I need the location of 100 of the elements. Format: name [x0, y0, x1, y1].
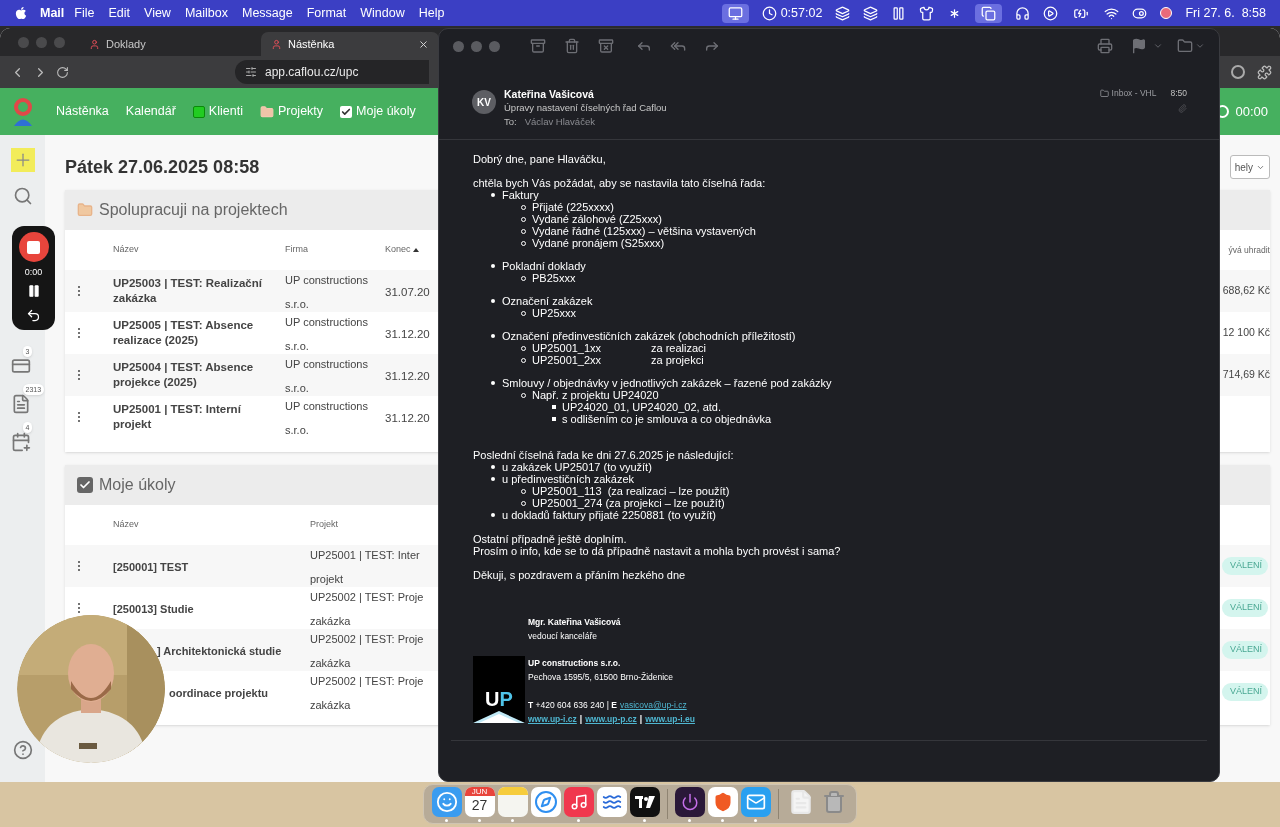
website-link[interactable]: www.up-p.cz	[585, 712, 637, 726]
bullet-icon	[491, 513, 495, 517]
payment-icon[interactable]	[10, 356, 31, 376]
roof-shape-icon	[473, 709, 525, 723]
search-icon[interactable]	[12, 186, 33, 206]
play-icon[interactable]	[1043, 5, 1059, 21]
column-header[interactable]: Název	[113, 519, 139, 530]
app-menu[interactable]: Mail	[40, 3, 65, 23]
recorder-panel[interactable]: 0:00	[12, 226, 55, 330]
menu-item[interactable]: File	[74, 3, 95, 23]
display-icon[interactable]	[721, 3, 749, 23]
move-to-folder-icon[interactable]	[1177, 38, 1205, 54]
junk-icon[interactable]	[598, 38, 614, 54]
menu-item[interactable]: Mailbox	[184, 3, 228, 23]
checkbox-icon	[340, 105, 353, 118]
table-cell: UP constructions s.r.o.	[285, 400, 368, 436]
column-header[interactable]: Název	[113, 243, 139, 257]
layers-icon[interactable]	[835, 5, 851, 21]
list-item: PB25xxx	[532, 272, 576, 284]
status-badge: VÁLENÍ	[1222, 641, 1268, 659]
list-item: Faktury	[502, 189, 539, 201]
bullet-icon	[491, 299, 495, 303]
email-link[interactable]: vasicova@up-i.cz	[619, 698, 687, 712]
menu-item[interactable]: Help	[418, 3, 445, 23]
list-item: s odlišením co je smlouva a co objednávka	[562, 413, 772, 425]
project-name[interactable]: UP25004 | TEST: Absence projekce (2025)	[113, 360, 281, 390]
project-name[interactable]: UP25001 | TEST: Interní projekt	[113, 402, 281, 432]
project-name[interactable]: UP25005 | TEST: Absence realizace (2025)	[113, 318, 281, 348]
menu-item[interactable]: Edit	[108, 3, 130, 23]
mail-time: 8:50	[1170, 87, 1187, 100]
website-link[interactable]: www.up-i.eu	[645, 712, 695, 726]
calendar-add-icon[interactable]	[10, 432, 31, 452]
tab-favicon-icon	[89, 38, 100, 50]
close-icon[interactable]	[418, 38, 429, 50]
list-item: u zakázek UP25017 (to využít)	[502, 461, 652, 473]
project-name[interactable]: UP25003 | TEST: Realizační zakázka	[113, 276, 281, 306]
table-cell-text: 688,62 Kč	[1221, 283, 1270, 299]
help-icon[interactable]	[12, 740, 33, 760]
paragraph: Poslední číselná řada ke dni 27.6.2025 je následující:	[473, 449, 735, 461]
stack-icon[interactable]	[863, 5, 879, 21]
task-name[interactable]: [250013] Studie	[113, 603, 194, 615]
column-header[interactable]: Firma	[285, 243, 308, 257]
windows-icon[interactable]	[975, 3, 1003, 23]
trash-icon[interactable]	[564, 38, 580, 54]
list-note: za projekci	[651, 354, 704, 366]
bullet-icon	[552, 405, 556, 409]
browser-tab[interactable]: Nástěnka	[261, 32, 439, 56]
filter-dropdown[interactable]: hely	[1230, 155, 1270, 179]
pause-icon[interactable]	[891, 5, 907, 21]
link-separator: |	[579, 713, 583, 726]
pause-icon[interactable]	[26, 283, 41, 298]
link-separator: |	[639, 713, 643, 726]
address-field[interactable]: app.caflou.cz/upc	[235, 60, 429, 84]
control-center-icon[interactable]	[1132, 5, 1148, 21]
bullet-icon	[491, 465, 495, 469]
recipient-name[interactable]: Václav Hlaváček	[524, 115, 595, 129]
stop-button[interactable]	[18, 232, 49, 262]
list-item: Vydané pronájem (S25xxx)	[532, 237, 665, 249]
website-link[interactable]: www.up-i.cz	[528, 712, 577, 726]
column-header[interactable]: Konec	[385, 243, 419, 257]
list-item: Vydané řádné (125xxx) – většina vystavených	[532, 225, 756, 237]
wifi-icon[interactable]	[1104, 5, 1120, 21]
table-cell: 31.12.20	[385, 412, 430, 424]
site-settings-icon[interactable]	[245, 66, 257, 78]
signature-role: vedoucí kanceláře	[528, 630, 598, 643]
user-avatar-icon[interactable]	[1160, 7, 1173, 19]
extensions-icon[interactable]	[1257, 64, 1272, 80]
signature-name: Mgr. Kateřina Vašicová	[528, 616, 622, 629]
restart-icon[interactable]	[26, 307, 41, 323]
menu-item[interactable]: Message	[241, 3, 293, 23]
window-controls-icon[interactable]	[453, 40, 500, 52]
apple-icon[interactable]	[14, 6, 28, 20]
to-label: To:	[504, 115, 517, 129]
table-cell: UP25002 | TEST: Proje zakázka	[310, 591, 424, 627]
paragraph: Ostatní případně ještě doplním.	[473, 533, 628, 545]
logo-letter: P	[499, 688, 513, 710]
card-title: Moje úkoly	[99, 475, 176, 495]
recorder-time: 0:00	[24, 266, 43, 279]
task-name[interactable]: oordinace projektu	[169, 687, 269, 699]
browser-tab[interactable]: Doklady	[79, 32, 257, 56]
task-name[interactable]: ] Architektonická studie	[157, 645, 282, 657]
menu-item[interactable]: View	[144, 3, 171, 23]
task-name[interactable]: [250001] TEST	[113, 561, 189, 573]
status-badge: VÁLENÍ	[1222, 683, 1268, 701]
bullet-icon	[491, 193, 495, 197]
headphones-icon[interactable]	[1015, 5, 1031, 21]
reload-icon[interactable]	[56, 65, 69, 79]
extension-icon[interactable]	[1231, 65, 1245, 79]
column-header[interactable]: Projekt	[310, 519, 338, 530]
menu-item[interactable]: Format	[306, 3, 347, 23]
shirt-icon[interactable]	[919, 5, 935, 21]
list-item: Smlouvy / objednávky v jednotlivých zakázek – řazené pod zakázky	[502, 377, 832, 389]
list-item: UP24020_01, UP24020_02, atd.	[562, 401, 722, 413]
paragraph: Děkuji, s pozdravem a přáním hezkého dne	[473, 569, 687, 581]
menu-item[interactable]: Window	[360, 3, 405, 23]
flag-icon[interactable]	[1131, 38, 1163, 54]
print-icon[interactable]	[1097, 38, 1113, 54]
table-cell-text: 714,69 Kč	[1221, 367, 1270, 383]
archive-icon[interactable]	[530, 38, 546, 54]
list-item: UP25xxx	[532, 307, 577, 319]
